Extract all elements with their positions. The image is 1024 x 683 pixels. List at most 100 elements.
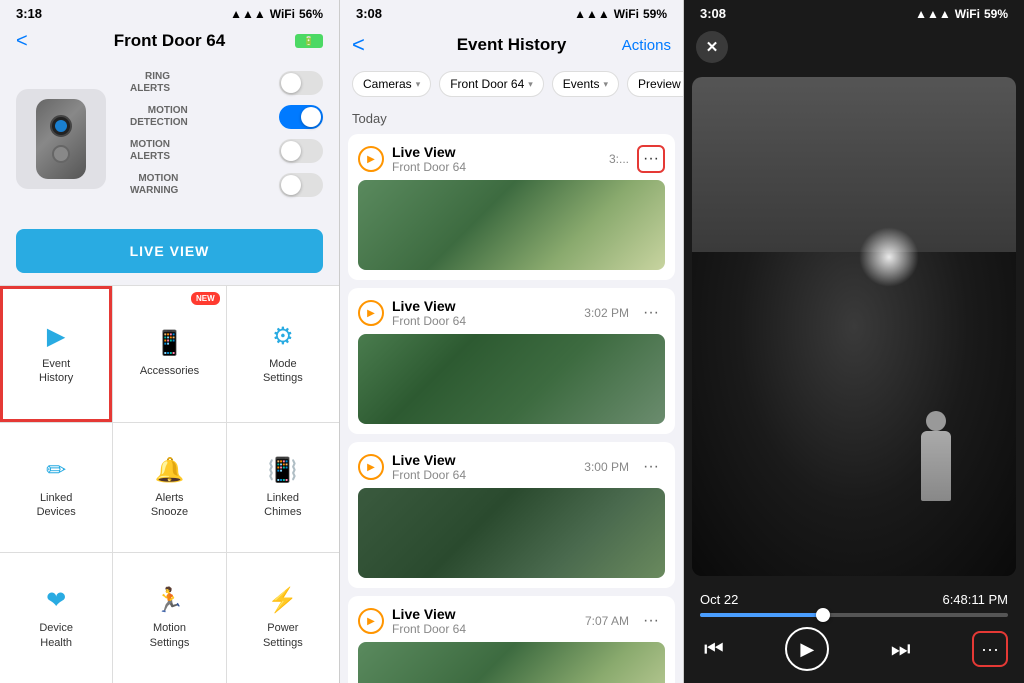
playback-bar: Oct 22 6:48:11 PM ⏮ ▶ ⏭ ··· [684,584,1024,683]
toggle-motion-warning: MOTIONWARNING [130,173,323,197]
wifi-icon-p2: WiFi [614,7,639,21]
event-thumbnail-4[interactable] [358,642,665,683]
event-device-2: Front Door 64 [392,314,466,328]
status-icons-panel3: ▲▲▲ WiFi 59% [915,7,1008,21]
event-device-1: Front Door 64 [392,160,466,174]
filter-door-label: Front Door 64 [450,77,524,91]
filter-events[interactable]: Events ▾ [552,71,619,97]
section-today: Today [340,105,683,130]
doorbell-body [36,99,86,179]
event-history-icon: ▶ [47,322,65,351]
doorbell-button [52,145,70,163]
play-button-2[interactable]: ▶ [358,300,384,326]
device-battery-icon: 🔋 [295,34,323,48]
next-button[interactable]: ⏭ [887,632,915,666]
filter-door[interactable]: Front Door 64 ▾ [439,71,544,97]
panel-device-settings: 3:18 ▲▲▲ WiFi 56% < Front Door 64 🔋 RING… [0,0,340,683]
more-button-2[interactable]: ··· [637,299,665,327]
progress-thumb [816,608,830,622]
back-button-panel2[interactable]: < [352,32,365,58]
event-thumbnail-1[interactable] [358,180,665,270]
play-button-1[interactable]: ▶ [358,146,384,172]
event-item-4: ▶ Live View Front Door 64 7:07 AM ··· [348,596,675,683]
light-element [859,227,919,287]
motion-settings-icon: 🏃 [155,586,185,615]
event-history-title: Event History [457,35,567,55]
event-info-1: Live View Front Door 64 [392,144,466,174]
grid-item-power-settings[interactable]: ⚡ PowerSettings [227,553,339,683]
live-view-button[interactable]: LIVE VIEW [16,229,323,273]
play-button-4[interactable]: ▶ [358,608,384,634]
play-button-3[interactable]: ▶ [358,454,384,480]
toggle-ring-alerts-switch[interactable] [279,71,323,95]
filter-cameras[interactable]: Cameras ▾ [352,71,431,97]
signal-icon-p3: ▲▲▲ [915,7,951,21]
signal-icon-p2: ▲▲▲ [574,7,610,21]
more-button-1[interactable]: ··· [637,145,665,173]
chevron-down-icon-2: ▾ [528,79,533,90]
status-bar-panel1: 3:18 ▲▲▲ WiFi 56% [0,0,339,25]
time-panel1: 3:18 [16,6,42,21]
motion-settings-label: MotionSettings [150,621,190,650]
accessories-icon: 📱 [155,329,185,358]
event-header-1: ▶ Live View Front Door 64 3:... ··· [358,144,665,174]
toggle-motion-detection-label: MOTIONDETECTION [130,105,188,129]
camera-preview [692,77,1016,576]
progress-bar[interactable] [700,613,1008,617]
device-grid: ▶ EventHistory NEW 📱 Accessories ⚙ ModeS… [0,285,339,683]
mode-settings-label: ModeSettings [263,357,303,386]
progress-fill [700,613,823,617]
event-thumbnail-2[interactable] [358,334,665,424]
event-info-4: Live View Front Door 64 [392,606,466,636]
event-header-4: ▶ Live View Front Door 64 7:07 AM ··· [358,606,665,636]
filter-preview[interactable]: Preview ▾ [627,71,683,97]
grid-item-mode-settings[interactable]: ⚙ ModeSettings [227,286,339,422]
event-history-label: EventHistory [39,357,73,386]
close-button[interactable]: ✕ [696,31,728,63]
event-item-3: ▶ Live View Front Door 64 3:00 PM ··· [348,442,675,588]
toggle-motion-alerts-switch[interactable] [279,139,323,163]
grid-item-device-health[interactable]: ❤ DeviceHealth [0,553,112,683]
play-pause-button[interactable]: ▶ [785,627,829,671]
grid-item-linked-devices[interactable]: ✏ LinkedDevices [0,423,112,553]
grid-item-event-history[interactable]: ▶ EventHistory [0,286,112,422]
chevron-down-icon: ▾ [416,79,421,90]
playback-date-row: Oct 22 6:48:11 PM [700,592,1008,607]
battery-status-panel1: 56% [299,7,323,21]
panel-video-player: 3:08 ▲▲▲ WiFi 59% ✕ Oct 22 6:48:11 PM ⏮ [684,0,1024,683]
header-panel2: < Event History Actions [340,25,683,63]
event-item-2: ▶ Live View Front Door 64 3:02 PM ··· [348,288,675,434]
battery-status-p2: 59% [643,7,667,21]
status-icons-panel2: ▲▲▲ WiFi 59% [574,7,667,21]
device-image [16,89,106,189]
event-left-1: ▶ Live View Front Door 64 [358,144,466,174]
actions-button[interactable]: Actions [622,37,671,54]
linked-devices-label: LinkedDevices [37,491,76,520]
toggle-motion-warning-label: MOTIONWARNING [130,173,178,197]
event-name-3: Live View [392,452,466,468]
grid-item-alerts-snooze[interactable]: 🔔 AlertsSnooze [113,423,225,553]
more-button-4[interactable]: ··· [637,607,665,635]
toggle-motion-detection-switch[interactable] [279,105,323,129]
event-list: Today ▶ Live View Front Door 64 3:... ··… [340,105,683,683]
linked-devices-icon: ✏ [46,456,66,485]
doorbell-camera [50,115,72,137]
grid-item-linked-chimes[interactable]: 📳 LinkedChimes [227,423,339,553]
grid-item-accessories[interactable]: NEW 📱 Accessories [113,286,225,422]
back-button-panel1[interactable]: < [16,30,28,53]
prev-button[interactable]: ⏮ [700,632,728,666]
more-options-button[interactable]: ··· [972,631,1008,667]
thumbnail-scene-4 [358,642,665,683]
event-thumbnail-3[interactable] [358,488,665,578]
linked-chimes-icon: 📳 [268,456,298,485]
more-button-3[interactable]: ··· [637,453,665,481]
thumbnail-scene-2 [358,334,665,424]
grid-item-motion-settings[interactable]: 🏃 MotionSettings [113,553,225,683]
toggle-motion-warning-switch[interactable] [279,173,323,197]
event-name-4: Live View [392,606,466,622]
event-left-4: ▶ Live View Front Door 64 [358,606,466,636]
event-time-1: 3:... [609,152,629,166]
toggle-ring-alerts: RINGALERTS [130,71,323,95]
playback-date: Oct 22 [700,592,738,607]
toggle-thumb [281,73,301,93]
